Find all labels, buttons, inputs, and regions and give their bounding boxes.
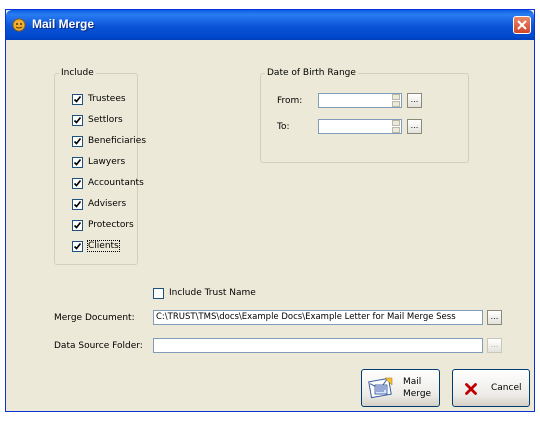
- checkbox[interactable]: [153, 288, 164, 299]
- mail-merge-button[interactable]: Mail Merge: [361, 369, 440, 407]
- checkbox[interactable]: [72, 94, 83, 105]
- check-mark-icon: [73, 138, 82, 145]
- to-date-spinner[interactable]: [392, 120, 400, 133]
- data-source-folder-label: Data Source Folder:: [54, 341, 143, 351]
- from-date-spinner[interactable]: [392, 94, 400, 107]
- dob-legend: Date of Birth Range: [267, 68, 356, 78]
- data-source-folder-input[interactable]: [153, 338, 483, 353]
- check-mark-icon: [73, 222, 82, 229]
- check-mark-icon: [73, 180, 82, 187]
- spin-down-icon[interactable]: [392, 127, 400, 133]
- check-mark-icon: [73, 117, 82, 124]
- data-source-browse-button[interactable]: ...: [487, 338, 502, 353]
- checkbox-label: Lawyers: [88, 157, 126, 167]
- check-mark-icon: [73, 243, 82, 250]
- cancel-x-icon: [465, 383, 477, 395]
- mail-merge-label-line2: Merge: [403, 389, 432, 399]
- spin-down-icon[interactable]: [392, 101, 400, 107]
- to-date-picker-button[interactable]: ...: [407, 119, 422, 134]
- merge-document-browse-button[interactable]: ...: [487, 310, 502, 325]
- include-legend: Include: [61, 68, 94, 78]
- checkbox-label: Beneficiaries: [88, 136, 147, 146]
- close-button[interactable]: [513, 16, 531, 34]
- close-icon: [517, 20, 527, 30]
- checkbox[interactable]: [72, 199, 83, 210]
- date-of-birth-range-group: Date of Birth Range: [260, 68, 469, 163]
- from-date-picker-button[interactable]: ...: [407, 93, 422, 108]
- checkbox-label: Advisers: [88, 199, 127, 209]
- checkbox[interactable]: [72, 241, 83, 252]
- check-mark-icon: [73, 201, 82, 208]
- checkbox-label: Trustees: [88, 94, 126, 104]
- checkbox-label: Accountants: [88, 178, 144, 188]
- title-bar[interactable]: Mail Merge: [6, 10, 534, 40]
- cancel-label: Cancel: [491, 383, 522, 393]
- mail-merge-dialog: Mail Merge Include Trustees Settlors Ben…: [5, 9, 535, 412]
- merge-document-input[interactable]: C:\TRUST\TMS\docs\Example Docs\Example L…: [153, 310, 483, 325]
- to-date-input[interactable]: [318, 119, 402, 134]
- cancel-button[interactable]: Cancel: [452, 369, 530, 407]
- check-mark-icon: [73, 159, 82, 166]
- check-mark-icon: [73, 96, 82, 103]
- checkbox[interactable]: [72, 136, 83, 147]
- checkbox[interactable]: [72, 220, 83, 231]
- window-title: Mail Merge: [32, 17, 95, 31]
- checkbox[interactable]: [72, 178, 83, 189]
- spin-up-icon[interactable]: [392, 120, 400, 126]
- from-date-input[interactable]: [318, 93, 402, 108]
- checkbox[interactable]: [72, 157, 83, 168]
- checkbox-label: Clients: [87, 240, 120, 252]
- mail-merge-app-icon: [12, 18, 26, 32]
- checkbox-label: Include Trust Name: [169, 288, 256, 298]
- mail-merge-icon: [368, 377, 393, 399]
- checkbox-label: Protectors: [88, 220, 134, 230]
- from-label: From:: [277, 96, 303, 106]
- checkbox-label: Settlors: [88, 115, 123, 125]
- checkbox[interactable]: [72, 115, 83, 126]
- spin-up-icon[interactable]: [392, 94, 400, 100]
- to-label: To:: [277, 122, 290, 132]
- merge-document-label: Merge Document:: [54, 313, 135, 323]
- mail-merge-label-line1: Mail: [403, 377, 422, 387]
